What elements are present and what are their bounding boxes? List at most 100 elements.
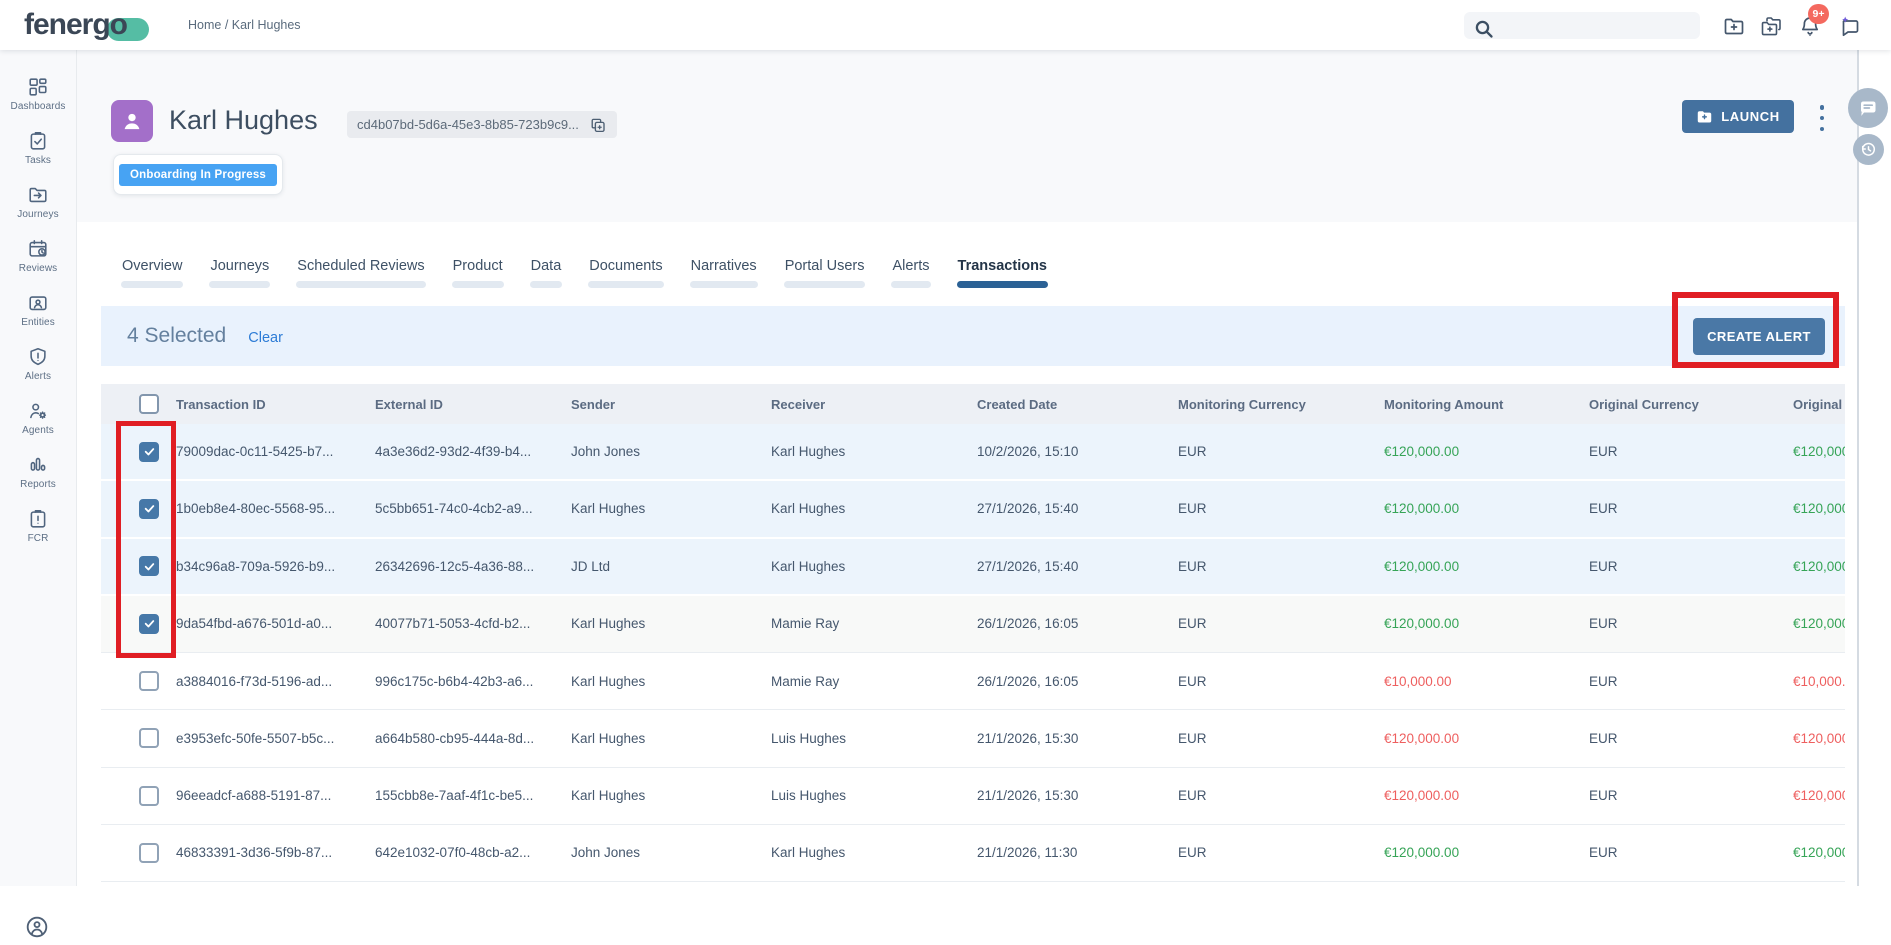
cell-created-date: 26/1/2026, 16:05 xyxy=(977,616,1178,631)
row-checkbox-checked[interactable] xyxy=(139,499,159,519)
cell-transaction-id: e3953efc-50fe-5507-b5c... xyxy=(176,731,375,746)
tab-label: Product xyxy=(452,258,504,274)
create-alert-button[interactable]: CREATE ALERT xyxy=(1693,318,1825,355)
tab-alerts[interactable]: Alerts xyxy=(891,258,930,288)
sidebar-item-reviews[interactable]: Reviews xyxy=(0,238,77,292)
add-folders-icon[interactable] xyxy=(1760,14,1784,38)
cell-monitoring-currency: EUR xyxy=(1178,674,1384,689)
tab-overview[interactable]: Overview xyxy=(121,258,183,288)
sidebar-item-alerts[interactable]: Alerts xyxy=(0,346,77,400)
tab-scheduled-reviews[interactable]: Scheduled Reviews xyxy=(296,258,425,288)
search-icon xyxy=(1472,17,1489,34)
add-folder-icon[interactable] xyxy=(1722,14,1746,38)
tab-underline xyxy=(530,281,563,288)
tab-transactions[interactable]: Transactions xyxy=(957,258,1048,288)
selection-bar: 4 Selected Clear xyxy=(101,306,1845,366)
agents-icon xyxy=(27,400,49,422)
history-float-button[interactable] xyxy=(1853,134,1884,165)
cell-original-currency: EUR xyxy=(1589,501,1793,516)
status-card: Onboarding In Progress xyxy=(113,154,283,195)
cell-original-amount: €120,000.00 xyxy=(1793,501,1845,516)
notification-count-badge: 9+ xyxy=(1808,4,1829,24)
sidebar-item-reports[interactable]: Reports xyxy=(0,454,77,508)
clear-selection-link[interactable]: Clear xyxy=(248,330,283,346)
row-checkbox[interactable] xyxy=(139,786,159,806)
cell-monitoring-amount: €120,000.00 xyxy=(1384,616,1589,631)
select-all-checkbox[interactable] xyxy=(139,394,159,414)
column-header-monitoring-amount: Monitoring Amount xyxy=(1384,397,1589,412)
breadcrumb[interactable]: Home / Karl Hughes xyxy=(188,0,301,50)
row-checkbox-checked[interactable] xyxy=(139,442,159,462)
more-options-kebab-icon[interactable] xyxy=(1817,105,1827,131)
cell-external-id: 155cbb8e-7aaf-4f1c-be5... xyxy=(375,788,571,803)
cell-receiver: Luis Hughes xyxy=(771,731,977,746)
row-checkbox-checked[interactable] xyxy=(139,614,159,634)
cell-monitoring-amount: €120,000.00 xyxy=(1384,788,1589,803)
tab-data[interactable]: Data xyxy=(530,258,563,288)
sidebar-item-journeys[interactable]: Journeys xyxy=(0,184,77,238)
table-row[interactable]: 1b0eb8e4-80ec-5568-95...5c5bb651-74c0-4c… xyxy=(101,481,1845,538)
cell-receiver: Mamie Ray xyxy=(771,674,977,689)
cell-original-amount: €120,000.00 xyxy=(1793,616,1845,631)
sidebar-item-label: Reports xyxy=(20,479,56,490)
table-row[interactable]: a3884016-f73d-5196-ad...996c175c-b6b4-42… xyxy=(101,653,1845,710)
selected-count: 4 Selected xyxy=(127,324,226,348)
global-search[interactable] xyxy=(1464,12,1700,39)
chat-float-button[interactable] xyxy=(1848,88,1888,128)
tab-label: Journeys xyxy=(209,258,270,274)
tab-portal-users[interactable]: Portal Users xyxy=(784,258,866,288)
launch-button[interactable]: LAUNCH xyxy=(1682,100,1794,133)
row-checkbox-checked[interactable] xyxy=(139,556,159,576)
tab-label: Overview xyxy=(121,258,183,274)
sidebar-item-fcr[interactable]: FCR xyxy=(0,508,77,562)
cell-created-date: 21/1/2026, 15:30 xyxy=(977,731,1178,746)
row-checkbox[interactable] xyxy=(139,728,159,748)
chat-assistant-icon[interactable] xyxy=(1838,14,1862,38)
cell-monitoring-amount: €120,000.00 xyxy=(1384,845,1589,860)
tab-underline xyxy=(296,281,425,288)
cell-created-date: 21/1/2026, 15:30 xyxy=(977,788,1178,803)
entity-id-value: cd4b07bd-5d6a-45e3-8b85-723b9c9... xyxy=(357,117,579,132)
cell-original-currency: EUR xyxy=(1589,444,1793,459)
search-input[interactable] xyxy=(1496,18,1692,33)
row-checkbox-cell xyxy=(101,556,176,576)
table-row[interactable]: 46833391-3d36-5f9b-87...642e1032-07f0-48… xyxy=(101,825,1845,882)
table-row[interactable]: 96eeadcf-a688-5191-87...155cbb8e-7aaf-4f… xyxy=(101,768,1845,825)
cell-original-currency: EUR xyxy=(1589,731,1793,746)
cell-original-amount: €120,000.00 xyxy=(1793,845,1845,860)
tab-documents[interactable]: Documents xyxy=(588,258,663,288)
sidebar-item-entities[interactable]: Entities xyxy=(0,292,77,346)
tab-underline xyxy=(690,281,758,288)
support-icon[interactable] xyxy=(24,914,50,940)
copy-icon[interactable] xyxy=(589,116,607,134)
table-body: 79009dac-0c11-5425-b7...4a3e36d2-93d2-4f… xyxy=(101,424,1845,882)
column-header-sender: Sender xyxy=(571,397,771,412)
cell-created-date: 26/1/2026, 16:05 xyxy=(977,674,1178,689)
table-row[interactable]: 9da54fbd-a676-501d-a0...40077b71-5053-4c… xyxy=(101,596,1845,653)
table-row[interactable]: b34c96a8-709a-5926-b9...26342696-12c5-4a… xyxy=(101,539,1845,596)
row-checkbox-cell xyxy=(101,786,176,806)
cell-original-currency: EUR xyxy=(1589,788,1793,803)
row-checkbox-cell xyxy=(101,442,176,462)
app-screen: fenergo Home / Karl Hughes 9+ Dashboards… xyxy=(0,0,1891,886)
sidebar-item-tasks[interactable]: Tasks xyxy=(0,130,77,184)
tab-journeys[interactable]: Journeys xyxy=(209,258,270,288)
cell-original-amount: €120,000.00 xyxy=(1793,788,1845,803)
cell-sender: Karl Hughes xyxy=(571,788,771,803)
table-row[interactable]: 79009dac-0c11-5425-b7...4a3e36d2-93d2-4f… xyxy=(101,424,1845,481)
column-header-receiver: Receiver xyxy=(771,397,977,412)
cell-external-id: 5c5bb651-74c0-4cb2-a9... xyxy=(375,501,571,516)
cell-monitoring-amount: €120,000.00 xyxy=(1384,501,1589,516)
sidebar-item-agents[interactable]: Agents xyxy=(0,400,77,454)
table-row[interactable]: e3953efc-50fe-5507-b5c...a664b580-cb95-4… xyxy=(101,710,1845,767)
row-checkbox[interactable] xyxy=(139,843,159,863)
tab-product[interactable]: Product xyxy=(452,258,504,288)
cell-original-currency: EUR xyxy=(1589,845,1793,860)
tab-underline xyxy=(121,281,183,288)
fenergo-logo[interactable]: fenergo xyxy=(24,8,127,42)
tab-narratives[interactable]: Narratives xyxy=(690,258,758,288)
cell-receiver: Karl Hughes xyxy=(771,501,977,516)
row-checkbox[interactable] xyxy=(139,671,159,691)
sidebar-item-dashboards[interactable]: Dashboards xyxy=(0,76,77,130)
logo-text: fenergo xyxy=(24,8,127,41)
